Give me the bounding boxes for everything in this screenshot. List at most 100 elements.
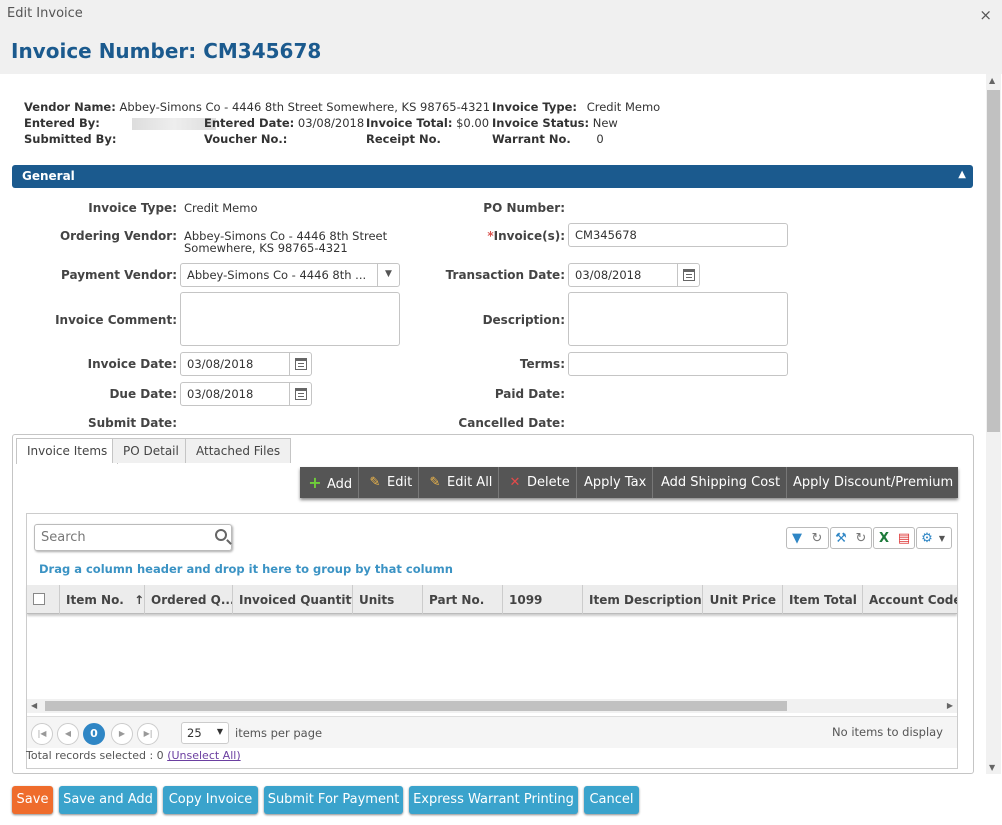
due-date-field[interactable]: 03/08/2018: [180, 382, 312, 406]
current-page[interactable]: 0: [83, 723, 105, 745]
scroll-up-icon[interactable]: ▲: [989, 76, 995, 85]
last-page-icon[interactable]: ▶|: [137, 723, 159, 745]
export-group: X ▤: [873, 527, 915, 549]
dialog-titlebar: Edit Invoice ×: [0, 0, 1002, 28]
column-settings[interactable]: ⚙ ▼: [916, 527, 952, 549]
pencil-icon: ✎: [429, 475, 441, 490]
select-all-checkbox[interactable]: [33, 593, 45, 605]
group-drop-hint[interactable]: Drag a column header and drop it here to…: [39, 562, 453, 576]
apply-tax-button[interactable]: Apply Tax: [578, 467, 654, 498]
apply-discount-button[interactable]: Apply Discount/Premium: [787, 467, 959, 498]
tab-invoice-items[interactable]: Invoice Items: [16, 438, 119, 464]
summary-invoice-type: Invoice Type: Credit Memo: [492, 100, 661, 114]
transaction-date-field[interactable]: 03/08/2018: [568, 263, 700, 287]
tab-po-detail[interactable]: PO Detail: [112, 438, 190, 463]
summary-invoice-status: Invoice Status: New: [492, 116, 618, 130]
select-all-cell: [27, 585, 60, 614]
column-ordered-qty[interactable]: Ordered Q...: [145, 585, 233, 614]
grid-pager: |◀ ◀ 0 ▶ ▶| 25 ▼ items per page No items…: [27, 716, 957, 748]
column-1099[interactable]: 1099: [503, 585, 583, 614]
horizontal-scrollbar[interactable]: ◀ ▶: [27, 699, 957, 713]
grid-search-input[interactable]: Search: [34, 524, 232, 551]
vertical-scrollbar[interactable]: ▲ ▼: [986, 74, 1001, 774]
pencil-icon: ✎: [369, 475, 381, 490]
submit-date-label: Submit Date:: [87, 416, 177, 430]
plus-icon: +: [308, 473, 322, 492]
calendar-icon[interactable]: [289, 353, 311, 375]
cancel-button[interactable]: Cancel: [584, 786, 639, 814]
save-and-add-button[interactable]: Save and Add: [59, 786, 157, 814]
submit-for-payment-button[interactable]: Submit For Payment: [264, 786, 403, 814]
excel-icon[interactable]: X: [874, 531, 894, 546]
search-placeholder: Search: [41, 530, 86, 545]
invoices-input[interactable]: CM345678: [568, 223, 788, 247]
filter-icon[interactable]: ▼: [787, 531, 807, 546]
search-icon[interactable]: [215, 529, 227, 541]
prev-page-icon[interactable]: ◀: [57, 723, 79, 745]
terms-input[interactable]: [568, 352, 788, 376]
general-section-title: General: [22, 169, 75, 183]
express-warrant-printing-button[interactable]: Express Warrant Printing: [409, 786, 578, 814]
items-per-page-label: items per page: [235, 726, 323, 740]
items-toolbar: + Add ✎ Edit ✎ Edit All ✕ Delete Apply Tax A…: [300, 467, 958, 498]
invoice-header: Invoice Number: CM345678: [0, 28, 1002, 74]
scroll-down-icon[interactable]: ▼: [989, 763, 995, 772]
column-invoiced-qty[interactable]: Invoiced Quantity: [233, 585, 353, 614]
column-unit-price[interactable]: Unit Price: [703, 585, 783, 614]
pdf-icon[interactable]: ▤: [894, 531, 914, 546]
copy-invoice-button[interactable]: Copy Invoice: [163, 786, 258, 814]
column-part-no[interactable]: Part No.: [423, 585, 503, 614]
summary-receipt: Receipt No.: [366, 132, 441, 146]
column-item-description[interactable]: Item Description: [583, 585, 703, 614]
payment-vendor-value: Abbey-Simons Co - 4446 8th ...: [187, 268, 367, 282]
total-selected-text: Total records selected : 0: [26, 749, 164, 762]
filter-group: ▼ ↻: [786, 527, 829, 549]
summary-warrant: Warrant No. 0: [492, 132, 604, 146]
delete-button[interactable]: ✕ Delete: [502, 467, 577, 498]
column-units[interactable]: Units: [353, 585, 423, 614]
hscroll-thumb[interactable]: [45, 701, 787, 711]
wrench-icon[interactable]: ⚒: [831, 531, 851, 546]
transaction-date-label: Transaction Date:: [445, 268, 565, 282]
sort-asc-icon: ↑: [134, 593, 145, 607]
gear-icon[interactable]: ⚙: [917, 531, 937, 546]
invoice-date-field[interactable]: 03/08/2018: [180, 352, 312, 376]
payment-vendor-select[interactable]: Abbey-Simons Co - 4446 8th ... ▼: [180, 263, 400, 287]
general-section-header[interactable]: General ▲: [12, 165, 973, 188]
delete-icon: ✕: [509, 475, 521, 490]
close-icon[interactable]: ×: [979, 6, 992, 24]
add-button[interactable]: + Add: [302, 467, 360, 498]
due-date-value: 03/08/2018: [187, 387, 254, 401]
unselect-all-link[interactable]: (Unselect All): [167, 749, 240, 762]
scrollbar-thumb[interactable]: [987, 90, 1000, 432]
summary-entered-by: Entered By:: [24, 115, 216, 131]
calendar-icon[interactable]: [677, 264, 699, 286]
description-textarea[interactable]: [568, 292, 788, 346]
edit-button[interactable]: ✎ Edit: [362, 467, 420, 498]
refresh-icon[interactable]: ↻: [807, 531, 827, 546]
column-item-no[interactable]: Item No. ↑: [60, 585, 145, 614]
edit-all-button[interactable]: ✎ Edit All: [422, 467, 500, 498]
save-button[interactable]: Save: [12, 786, 53, 814]
scroll-right-icon[interactable]: ▶: [947, 701, 953, 710]
calendar-icon[interactable]: [289, 383, 311, 405]
invoice-comment-textarea[interactable]: [180, 292, 400, 346]
scroll-left-icon[interactable]: ◀: [31, 701, 37, 710]
page-size-select[interactable]: 25 ▼: [181, 722, 229, 744]
column-account-code[interactable]: Account Code: [863, 585, 957, 614]
add-shipping-cost-button[interactable]: Add Shipping Cost: [655, 467, 788, 498]
first-page-icon[interactable]: |◀: [31, 723, 53, 745]
chevron-down-icon[interactable]: ▼: [217, 727, 223, 736]
column-item-total[interactable]: Item Total: [783, 585, 863, 614]
invoice-comment-label: Invoice Comment:: [55, 313, 177, 327]
transaction-date-value: 03/08/2018: [575, 268, 642, 282]
next-page-icon[interactable]: ▶: [111, 723, 133, 745]
chevron-down-icon[interactable]: ▼: [377, 264, 399, 286]
po-number-label: PO Number:: [483, 201, 565, 215]
tab-attached-files[interactable]: Attached Files: [185, 438, 292, 463]
refresh-icon[interactable]: ↻: [851, 531, 871, 546]
cancelled-date-label: Cancelled Date:: [458, 416, 565, 430]
page-size-value: 25: [187, 726, 202, 740]
chevron-down-icon[interactable]: ▼: [937, 534, 947, 543]
collapse-icon[interactable]: ▲: [958, 169, 966, 180]
